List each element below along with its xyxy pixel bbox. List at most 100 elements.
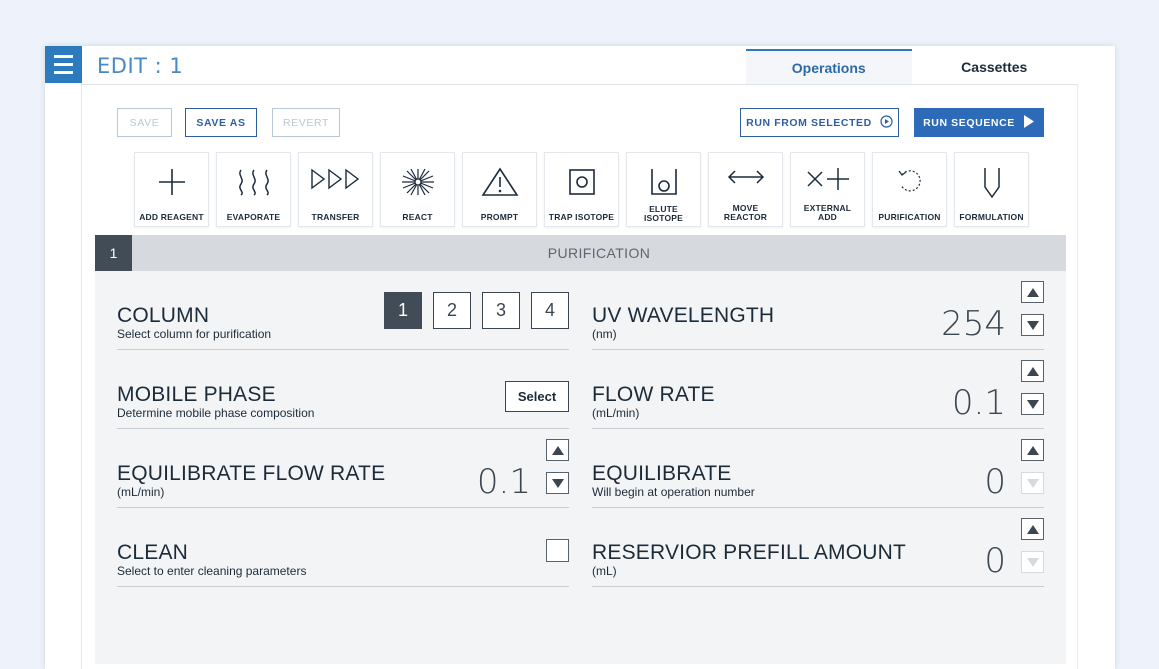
operation-palette: ADD REAGENT EVAPORATE TRANSFER REACT PRO… bbox=[134, 152, 1029, 227]
tab-bar: Operations Cassettes bbox=[746, 49, 1077, 85]
operation-panel-title: PURIFICATION bbox=[547, 245, 651, 261]
trap-isotope-icon bbox=[568, 169, 595, 195]
evaporate-waves-icon bbox=[238, 169, 269, 196]
op-formulation[interactable]: FORMULATION bbox=[954, 152, 1029, 227]
field-subtitle: (mL/min) bbox=[592, 406, 640, 420]
warning-triangle-icon bbox=[481, 167, 518, 196]
equilibrate-flow-rate-value: 0.1 bbox=[476, 462, 531, 502]
field-title: EQUILIBRATE FLOW RATE bbox=[117, 462, 386, 485]
operation-panel-header: 1 PURIFICATION bbox=[95, 235, 1066, 271]
reservoir-prefill-field: RESERVIOR PREFILL AMOUNT (mL) 0 bbox=[592, 508, 1044, 587]
triangle-down-icon bbox=[1026, 399, 1039, 409]
triangle-up-icon bbox=[1026, 524, 1039, 534]
equilibrate-flow-rate-decrement[interactable] bbox=[546, 472, 569, 494]
column-field: COLUMN Select column for purification 1 … bbox=[117, 271, 569, 350]
plus-icon bbox=[158, 169, 185, 195]
uv-wavelength-value: 254 bbox=[941, 304, 1006, 344]
save-as-button[interactable]: SAVE AS bbox=[185, 108, 257, 137]
field-title: MOBILE PHASE bbox=[117, 383, 276, 406]
hamburger-menu-icon[interactable] bbox=[45, 46, 82, 83]
field-title: FLOW RATE bbox=[592, 383, 715, 406]
reservoir-prefill-value: 0 bbox=[984, 541, 1006, 581]
right-divider bbox=[1077, 84, 1078, 669]
equilibrate-value: 0 bbox=[984, 462, 1006, 502]
clean-checkbox[interactable] bbox=[546, 539, 569, 562]
triangle-up-icon bbox=[1026, 287, 1039, 297]
op-evaporate[interactable]: EVAPORATE bbox=[216, 152, 291, 227]
uv-wavelength-increment[interactable] bbox=[1021, 281, 1044, 303]
clean-field: CLEAN Select to enter cleaning parameter… bbox=[117, 508, 569, 587]
tab-operations[interactable]: Operations bbox=[746, 49, 912, 85]
play-circle-icon bbox=[880, 114, 893, 131]
triangle-up-icon bbox=[551, 445, 564, 455]
uv-wavelength-decrement[interactable] bbox=[1021, 314, 1044, 336]
field-title: CLEAN bbox=[117, 541, 189, 564]
left-gutter bbox=[45, 83, 82, 669]
mobile-phase-select-button[interactable]: Select bbox=[505, 381, 569, 412]
elute-isotope-icon bbox=[650, 169, 677, 195]
reservoir-prefill-decrement[interactable] bbox=[1021, 551, 1044, 573]
save-button[interactable]: SAVE bbox=[117, 108, 172, 137]
run-sequence-label: RUN SEQUENCE bbox=[923, 116, 1015, 129]
field-subtitle: Select to enter cleaning parameters bbox=[117, 564, 307, 578]
field-subtitle: (mL) bbox=[592, 564, 617, 578]
uv-wavelength-field: UV WAVELENGTH (nm) 254 bbox=[592, 271, 1044, 350]
field-title: RESERVIOR PREFILL AMOUNT bbox=[592, 541, 907, 564]
op-elute-isotope[interactable]: ELUTE ISOTOPE bbox=[626, 152, 701, 227]
triangle-up-icon bbox=[1026, 445, 1039, 455]
equilibrate-field: EQUILIBRATE Will begin at operation numb… bbox=[592, 429, 1044, 508]
react-burst-icon bbox=[401, 168, 434, 196]
column-selector: 1 2 3 4 bbox=[384, 292, 569, 329]
column-option-3[interactable]: 3 bbox=[482, 292, 520, 329]
op-purification[interactable]: PURIFICATION bbox=[872, 152, 947, 227]
field-title: UV WAVELENGTH bbox=[592, 304, 775, 327]
triangle-down-icon bbox=[1026, 320, 1039, 330]
field-subtitle: Will begin at operation number bbox=[592, 485, 755, 499]
column-option-4[interactable]: 4 bbox=[531, 292, 569, 329]
flow-rate-increment[interactable] bbox=[1021, 360, 1044, 382]
op-external-add[interactable]: EXTERNAL ADD bbox=[790, 152, 865, 227]
triangle-up-icon bbox=[1026, 366, 1039, 376]
op-add-reagent[interactable]: ADD REAGENT bbox=[134, 152, 209, 227]
mobile-phase-field: MOBILE PHASE Determine mobile phase comp… bbox=[117, 350, 569, 429]
run-from-selected-button[interactable]: RUN FROM SELECTED bbox=[740, 108, 899, 137]
op-trap-isotope[interactable]: TRAP ISOTOPE bbox=[544, 152, 619, 227]
reservoir-prefill-increment[interactable] bbox=[1021, 518, 1044, 540]
column-option-2[interactable]: 2 bbox=[433, 292, 471, 329]
run-from-selected-label: RUN FROM SELECTED bbox=[746, 116, 872, 129]
equilibrate-increment[interactable] bbox=[1021, 439, 1044, 461]
external-add-icon bbox=[806, 168, 849, 190]
field-title: COLUMN bbox=[117, 304, 210, 327]
page-title: EDIT : 1 bbox=[97, 54, 184, 78]
double-arrow-icon bbox=[727, 170, 764, 184]
op-move-reactor[interactable]: MOVE REACTOR bbox=[708, 152, 783, 227]
transfer-triangles-icon bbox=[310, 168, 359, 190]
equilibrate-flow-rate-increment[interactable] bbox=[546, 439, 569, 461]
purification-cycle-icon bbox=[898, 170, 921, 192]
triangle-down-icon bbox=[551, 478, 564, 488]
field-subtitle: Select column for purification bbox=[117, 327, 272, 341]
tab-cassettes[interactable]: Cassettes bbox=[912, 49, 1078, 85]
formulation-vial-icon bbox=[983, 168, 1000, 199]
operation-number-badge: 1 bbox=[95, 235, 132, 271]
flow-rate-field: FLOW RATE (mL/min) 0.1 bbox=[592, 350, 1044, 429]
editor-window: EDIT : 1 Operations Cassettes SAVE SAVE … bbox=[45, 46, 1115, 669]
operation-panel-body: COLUMN Select column for purification 1 … bbox=[95, 271, 1066, 664]
triangle-down-icon bbox=[1026, 478, 1039, 488]
field-subtitle: (mL/min) bbox=[117, 485, 165, 499]
flow-rate-decrement[interactable] bbox=[1021, 393, 1044, 415]
op-react[interactable]: REACT bbox=[380, 152, 455, 227]
field-subtitle: Determine mobile phase composition bbox=[117, 406, 315, 420]
column-option-1[interactable]: 1 bbox=[384, 292, 422, 329]
op-transfer[interactable]: TRANSFER bbox=[298, 152, 373, 227]
field-title: EQUILIBRATE bbox=[592, 462, 732, 485]
revert-button[interactable]: REVERT bbox=[272, 108, 340, 137]
equilibrate-decrement[interactable] bbox=[1021, 472, 1044, 494]
triangle-down-icon bbox=[1026, 557, 1039, 567]
run-sequence-button[interactable]: RUN SEQUENCE bbox=[914, 108, 1044, 137]
equilibrate-flow-rate-field: EQUILIBRATE FLOW RATE (mL/min) 0.1 bbox=[117, 429, 569, 508]
flow-rate-value: 0.1 bbox=[951, 383, 1006, 423]
header-divider bbox=[82, 84, 1078, 85]
play-icon bbox=[1023, 114, 1035, 131]
op-prompt[interactable]: PROMPT bbox=[462, 152, 537, 227]
